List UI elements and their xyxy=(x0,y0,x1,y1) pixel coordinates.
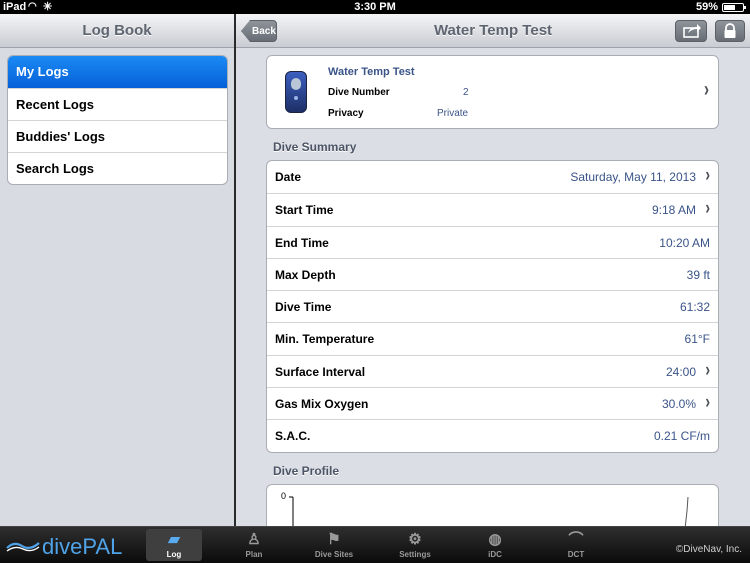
row-label: Gas Mix Oxygen xyxy=(275,397,369,412)
settings-icon: ⚙ xyxy=(408,531,422,548)
menu-item-search-logs[interactable]: Search Logs xyxy=(8,152,227,184)
summary-row-min-temperature: Min. Temperature 61°F xyxy=(267,322,718,354)
lock-button[interactable] xyxy=(715,20,745,42)
log-book-menu: My Logs Recent Logs Buddies' Logs Search… xyxy=(7,55,228,185)
battery-icon xyxy=(722,3,746,12)
dive-summary-table: Date Saturday, May 11, 2013 › Start Time… xyxy=(266,160,719,453)
dive-name: Water Temp Test xyxy=(328,66,415,78)
tab-label: DCT xyxy=(567,550,585,559)
summary-row-sac: S.A.C. 0.21 CF/m xyxy=(267,419,718,451)
plan-icon: ♙ xyxy=(247,531,261,548)
logo-text: divePAL xyxy=(42,534,123,559)
tab-plan[interactable]: ♙ Plan xyxy=(226,529,282,561)
row-label: S.A.C. xyxy=(275,429,311,444)
tab-label: Plan xyxy=(245,550,263,559)
tab-label: iDC xyxy=(488,550,502,559)
dive-sites-icon: ⚑ xyxy=(327,531,341,548)
summary-row-dive-time: Dive Time 61:32 xyxy=(267,290,718,322)
dive-number-value: 2 xyxy=(463,87,469,98)
row-value: 24:00 xyxy=(665,364,696,379)
dive-computer-icon xyxy=(285,71,307,113)
log-book-pane: Log Book My Logs Recent Logs Buddies' Lo… xyxy=(0,14,234,526)
summary-row-start-time[interactable]: Start Time 9:18 AM › xyxy=(267,193,718,225)
row-value: 10:20 AM xyxy=(659,235,710,250)
tab-label: Dive Sites xyxy=(314,550,354,559)
dct-icon: ⌒ xyxy=(568,531,584,548)
row-value: 61:32 xyxy=(679,300,710,315)
row-label: End Time xyxy=(275,235,329,250)
row-label: Min. Temperature xyxy=(275,332,375,347)
dive-header-card[interactable]: Water Temp Test Dive Number 2 Privacy Pr… xyxy=(266,55,719,129)
row-value: 61°F xyxy=(684,332,710,347)
tab-settings[interactable]: ⚙ Settings xyxy=(387,529,443,561)
row-value: Saturday, May 11, 2013 xyxy=(570,170,696,184)
summary-row-gas-mix-oxygen[interactable]: Gas Mix Oxygen 30.0% › xyxy=(267,387,718,419)
clock: 3:30 PM xyxy=(354,1,396,13)
menu-item-recent-logs[interactable]: Recent Logs xyxy=(8,88,227,120)
tab-label: Log xyxy=(166,550,182,559)
share-icon xyxy=(683,24,701,38)
chevron-right-icon: › xyxy=(704,77,709,102)
menu-item-buddies-logs[interactable]: Buddies' Logs xyxy=(8,120,227,152)
back-button-label: Back xyxy=(252,26,276,37)
chevron-right-icon: › xyxy=(705,389,710,413)
privacy-value: Private xyxy=(437,108,469,119)
row-value: 30.0% xyxy=(661,397,696,412)
row-value: 0.21 CF/m xyxy=(653,429,710,444)
chevron-right-icon: › xyxy=(705,196,710,219)
dive-profile-chart[interactable]: 0 xyxy=(266,484,719,526)
dive-number-label: Dive Number xyxy=(328,87,390,98)
summary-row-max-depth: Max Depth 39 ft xyxy=(267,257,718,290)
battery-percent: 59% xyxy=(695,1,718,13)
wave-logo-icon xyxy=(6,542,40,552)
profile-plot xyxy=(289,496,689,526)
log-icon: ▰ xyxy=(168,531,180,548)
summary-row-surface-interval[interactable]: Surface Interval 24:00 › xyxy=(267,354,718,387)
row-label: Surface Interval xyxy=(275,364,366,379)
dive-summary-title: Dive Summary xyxy=(273,140,357,154)
idc-icon: ◍ xyxy=(488,531,502,548)
dive-profile-title: Dive Profile xyxy=(273,464,340,478)
log-book-title: Log Book xyxy=(0,14,234,48)
tab-log[interactable]: ▰ Log xyxy=(146,529,202,561)
tab-bar: divePAL ▰ Log ♙ Plan ⚑ Dive Sites ⚙ Sett… xyxy=(0,526,750,563)
tab-idc[interactable]: ◍ iDC xyxy=(467,529,523,561)
chevron-right-icon: › xyxy=(705,357,710,380)
row-label: Max Depth xyxy=(275,267,336,282)
row-label: Date xyxy=(275,170,302,184)
row-label: Start Time xyxy=(275,203,334,218)
page-title: Water Temp Test xyxy=(433,22,553,39)
row-label: Dive Time xyxy=(275,300,332,315)
menu-item-my-logs[interactable]: My Logs xyxy=(8,56,227,88)
lock-icon xyxy=(724,23,736,38)
row-value: 39 ft xyxy=(686,267,710,282)
chevron-right-icon: › xyxy=(705,162,710,186)
tab-dct[interactable]: ⌒ DCT xyxy=(548,529,604,561)
status-bar: iPad ◠ ✳ 3:30 PM 59% xyxy=(0,0,750,14)
tab-dive-sites[interactable]: ⚑ Dive Sites xyxy=(306,529,362,561)
summary-row-date[interactable]: Date Saturday, May 11, 2013 › xyxy=(267,161,718,193)
summary-row-end-time: End Time 10:20 AM xyxy=(267,225,718,258)
share-button[interactable] xyxy=(675,20,707,42)
copyright-text: ©DiveNav, Inc. xyxy=(675,544,742,555)
row-value: 9:18 AM xyxy=(651,203,696,218)
dive-detail-pane: Water Temp Test Back Water Temp Test Div… xyxy=(236,14,750,526)
tab-label: Settings xyxy=(399,550,431,559)
privacy-label: Privacy xyxy=(328,108,364,119)
detail-navbar: Water Temp Test Back xyxy=(236,14,750,48)
